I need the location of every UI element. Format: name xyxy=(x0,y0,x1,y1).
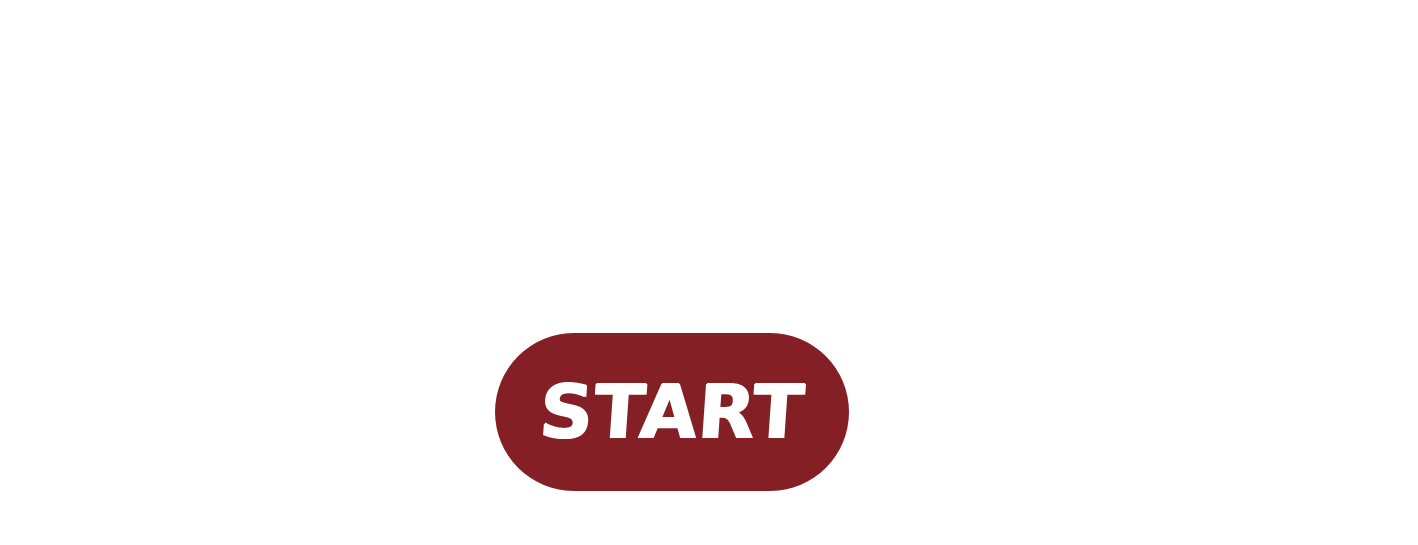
start-button[interactable]: START xyxy=(495,333,849,491)
start-button-label: START xyxy=(536,369,808,455)
